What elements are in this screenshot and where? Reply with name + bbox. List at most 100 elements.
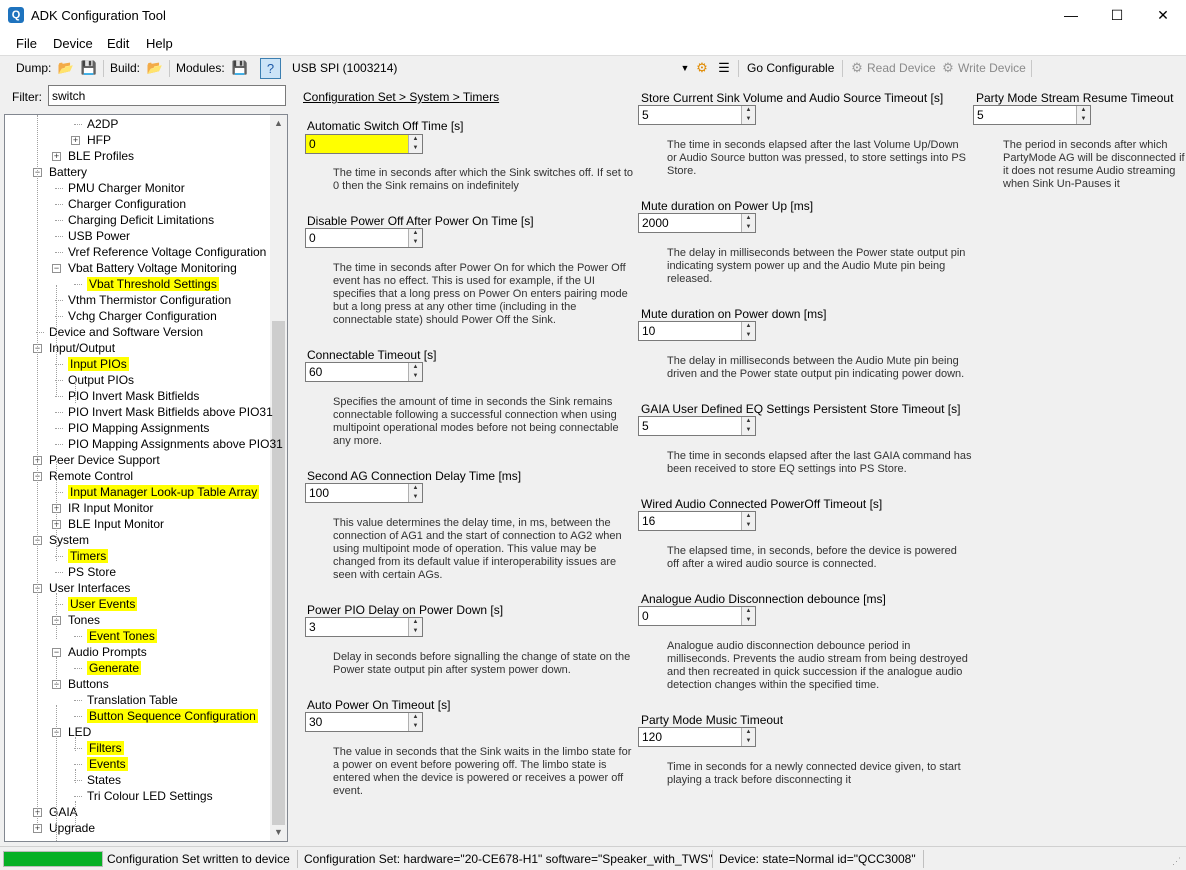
read-device-button[interactable]: Read Device: [867, 61, 936, 75]
menu-device[interactable]: Device: [53, 36, 93, 51]
increment-icon[interactable]: ▲: [409, 135, 422, 144]
numeric-stepper[interactable]: 120 ▲ ▼: [638, 727, 756, 747]
tree-item[interactable]: Timers: [68, 548, 109, 564]
tree-item[interactable]: PS Store: [68, 564, 116, 580]
tree-item[interactable]: Vchg Charger Configuration: [68, 308, 217, 324]
tree-item[interactable]: HFP: [87, 132, 111, 148]
tree-item[interactable]: PIO Mapping Assignments: [68, 420, 209, 436]
tree-item[interactable]: Events: [87, 756, 128, 772]
decrement-icon[interactable]: ▼: [1077, 115, 1090, 124]
tree-item[interactable]: GAIA: [49, 804, 78, 820]
numeric-stepper[interactable]: 16 ▲ ▼: [638, 511, 756, 531]
help-icon[interactable]: ?: [260, 58, 281, 79]
stepper-value[interactable]: 0: [642, 609, 649, 623]
resize-grip-icon[interactable]: ⋰: [1172, 856, 1184, 868]
decrement-icon[interactable]: ▼: [742, 426, 755, 435]
decrement-icon[interactable]: ▼: [409, 627, 422, 636]
scroll-thumb[interactable]: [272, 321, 285, 825]
tree-item[interactable]: PMU Charger Monitor: [68, 180, 185, 196]
collapse-icon[interactable]: −: [52, 648, 61, 657]
stepper-value[interactable]: 30: [309, 715, 322, 729]
tree-item[interactable]: USB Power: [68, 228, 130, 244]
increment-icon[interactable]: ▲: [742, 728, 755, 737]
decrement-icon[interactable]: ▼: [409, 493, 422, 502]
config-tree[interactable]: ▲ ▼ A2DP + HFP + BLE Profiles − Battery PMU Cha…: [4, 114, 288, 842]
go-configurable-button[interactable]: Go Configurable: [747, 61, 834, 75]
increment-icon[interactable]: ▲: [742, 106, 755, 115]
tree-item[interactable]: Event Tones: [87, 628, 157, 644]
build-folder-icon[interactable]: 📂: [146, 59, 164, 77]
tree-item[interactable]: User Interfaces: [49, 580, 130, 596]
stepper-value[interactable]: 5: [642, 419, 649, 433]
tree-item[interactable]: Vbat Battery Voltage Monitoring: [68, 260, 237, 276]
tree-item[interactable]: Generate: [87, 660, 142, 676]
tree-item[interactable]: Audio Prompts: [68, 644, 147, 660]
tree-item[interactable]: Input Manager Look-up Table Array: [68, 484, 260, 500]
tree-item[interactable]: Battery: [49, 164, 87, 180]
stepper-value[interactable]: 0: [309, 137, 316, 151]
tree-item[interactable]: Translation Table: [87, 692, 178, 708]
numeric-stepper[interactable]: 60 ▲ ▼: [305, 362, 423, 382]
increment-icon[interactable]: ▲: [742, 322, 755, 331]
tree-item[interactable]: Input/Output: [49, 340, 115, 356]
tree-item[interactable]: Tri Colour LED Settings: [87, 788, 213, 804]
increment-icon[interactable]: ▲: [1077, 106, 1090, 115]
open-folder-icon[interactable]: 📂: [57, 59, 75, 77]
increment-icon[interactable]: ▲: [409, 229, 422, 238]
tree-item[interactable]: Vbat Threshold Settings: [87, 276, 219, 292]
numeric-stepper[interactable]: 3 ▲ ▼: [305, 617, 423, 637]
scroll-up-arrow[interactable]: ▲: [270, 115, 287, 132]
minimize-button[interactable]: —: [1048, 0, 1094, 31]
increment-icon[interactable]: ▲: [742, 512, 755, 521]
stepper-value[interactable]: 2000: [642, 216, 669, 230]
increment-icon[interactable]: ▲: [409, 363, 422, 372]
tree-item[interactable]: Buttons: [68, 676, 109, 692]
tree-item[interactable]: Remote Control: [49, 468, 133, 484]
save-icon[interactable]: 💾: [80, 59, 98, 77]
tree-item[interactable]: System: [49, 532, 89, 548]
tree-item[interactable]: Charging Deficit Limitations: [68, 212, 214, 228]
stepper-value[interactable]: 0: [309, 231, 316, 245]
tree-scrollbar[interactable]: ▲ ▼: [270, 115, 287, 841]
tree-item[interactable]: Button Sequence Configuration: [87, 708, 258, 724]
stepper-value[interactable]: 120: [642, 730, 662, 744]
filter-input[interactable]: [48, 85, 286, 106]
tree-item[interactable]: PIO Invert Mask Bitfields above PIO31: [68, 404, 273, 420]
breadcrumb[interactable]: Configuration Set > System > Timers: [303, 90, 499, 104]
tree-item[interactable]: Tones: [68, 612, 100, 628]
tree-item[interactable]: IR Input Monitor: [68, 500, 153, 516]
numeric-stepper[interactable]: 10 ▲ ▼: [638, 321, 756, 341]
tree-item[interactable]: Vthm Thermistor Configuration: [68, 292, 231, 308]
tree-item[interactable]: A2DP: [87, 116, 118, 132]
tree-item[interactable]: PIO Mapping Assignments above PIO31: [68, 436, 283, 452]
decrement-icon[interactable]: ▼: [742, 331, 755, 340]
numeric-stepper[interactable]: 5 ▲ ▼: [638, 416, 756, 436]
stepper-value[interactable]: 5: [977, 108, 984, 122]
tree-item[interactable]: Filters: [87, 740, 124, 756]
stepper-value[interactable]: 100: [309, 486, 329, 500]
decrement-icon[interactable]: ▼: [742, 521, 755, 530]
expand-icon[interactable]: +: [71, 136, 80, 145]
increment-icon[interactable]: ▲: [409, 484, 422, 493]
stepper-value[interactable]: 10: [642, 324, 655, 338]
increment-icon[interactable]: ▲: [742, 214, 755, 223]
decrement-icon[interactable]: ▼: [742, 223, 755, 232]
stepper-value[interactable]: 16: [642, 514, 655, 528]
tree-item[interactable]: Charger Configuration: [68, 196, 186, 212]
decrement-icon[interactable]: ▼: [409, 144, 422, 153]
tree-item[interactable]: Device and Software Version: [49, 324, 203, 340]
decrement-icon[interactable]: ▼: [409, 372, 422, 381]
decrement-icon[interactable]: ▼: [409, 722, 422, 731]
connector-icon[interactable]: ☰: [715, 59, 733, 77]
tree-item[interactable]: States: [87, 772, 121, 788]
stepper-value[interactable]: 3: [309, 620, 316, 634]
tree-item[interactable]: PIO Invert Mask Bitfields: [68, 388, 199, 404]
numeric-stepper[interactable]: 2000 ▲ ▼: [638, 213, 756, 233]
tree-item[interactable]: BLE Profiles: [68, 148, 134, 164]
modules-save-icon[interactable]: 💾: [231, 59, 249, 77]
increment-icon[interactable]: ▲: [409, 618, 422, 627]
decrement-icon[interactable]: ▼: [742, 115, 755, 124]
numeric-stepper[interactable]: 5 ▲ ▼: [973, 105, 1091, 125]
write-device-button[interactable]: Write Device: [958, 61, 1026, 75]
stepper-value[interactable]: 60: [309, 365, 322, 379]
